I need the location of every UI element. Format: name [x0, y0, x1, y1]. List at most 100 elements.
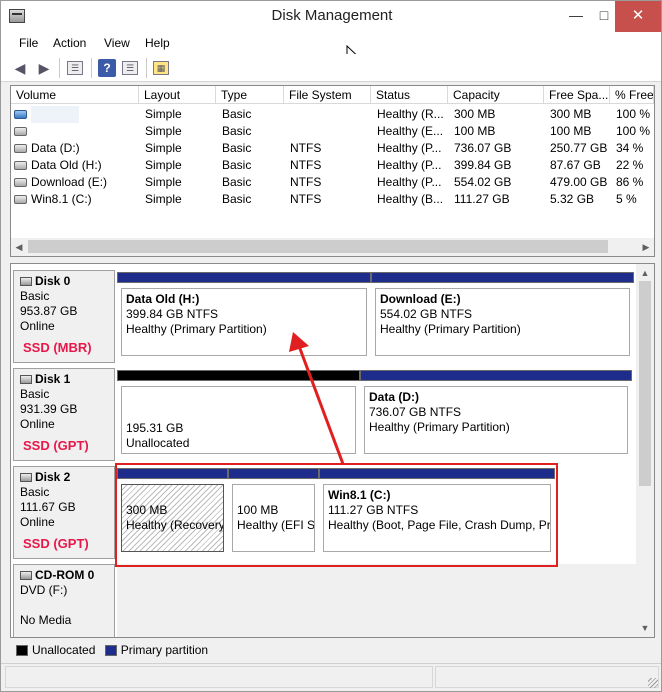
column-header-type[interactable]: Type — [216, 86, 284, 104]
file-system-cell: NTFS — [290, 175, 322, 189]
properties-icon[interactable]: ☰ — [122, 61, 138, 75]
status-cell: Healthy (P... — [377, 141, 442, 155]
disk-tag: SSD (MBR) — [23, 340, 92, 355]
scroll-up-arrow-icon[interactable]: ▲ — [637, 264, 653, 282]
free-space-cell: 5.32 GB — [550, 192, 595, 206]
column-header-capacity[interactable]: Capacity — [448, 86, 544, 104]
partition-download[interactable]: Download (E:) 554.02 GB NTFS Healthy (Pr… — [371, 272, 634, 360]
layout-cell: Simple — [145, 192, 182, 206]
status-cell: Healthy (P... — [377, 158, 442, 172]
close-button[interactable]: ✕ — [615, 1, 661, 32]
capacity-cell: 736.07 GB — [454, 141, 512, 155]
type-cell: Basic — [222, 141, 252, 155]
disk-state: Online — [20, 319, 55, 333]
volume-list-horizontal-scrollbar[interactable]: ◀ ▶ — [11, 238, 654, 256]
resize-grip-icon[interactable] — [648, 678, 658, 688]
scroll-thumb[interactable] — [28, 240, 608, 253]
volume-row[interactable]: Download (E:) Simple Basic NTFS Healthy … — [11, 174, 654, 191]
menu-help[interactable]: Help — [145, 36, 170, 50]
volume-list[interactable]: Volume Layout Type File System Status Ca… — [10, 85, 655, 257]
disk-name: Disk 1 — [20, 372, 114, 387]
percent-free-cell: 5 % — [616, 192, 637, 206]
menu-file[interactable]: File — [19, 36, 38, 50]
disk-size: 111.67 GB — [20, 500, 76, 514]
show-hide-console-tree-icon[interactable]: ☰ — [67, 61, 83, 75]
disk-0-label[interactable]: Disk 0 Basic 953.87 GB Online SSD (MBR) — [13, 270, 115, 363]
primary-partition-swatch — [104, 645, 117, 657]
disk-pane-vertical-scrollbar[interactable]: ▲ ▼ — [636, 264, 654, 637]
volume-icon — [14, 178, 27, 187]
free-space-cell: 300 MB — [550, 107, 592, 121]
type-cell: Basic — [222, 107, 252, 121]
unallocated-swatch — [16, 645, 28, 657]
disk-2-label[interactable]: Disk 2 Basic 111.67 GB Online SSD (GPT) — [13, 466, 115, 559]
scroll-down-arrow-icon[interactable]: ▼ — [637, 619, 653, 637]
file-system-cell: NTFS — [290, 158, 322, 172]
status-segment — [5, 666, 433, 688]
volume-row[interactable]: Simple Basic Healthy (E... 100 MB 100 MB… — [11, 123, 654, 140]
highlight-box — [115, 463, 558, 567]
file-system-cell: NTFS — [290, 141, 322, 155]
layout-cell: Simple — [145, 158, 182, 172]
toolbar: ◀ ▶ ☰ ? ☰ ▦ — [1, 54, 661, 82]
disk-1-label[interactable]: Disk 1 Basic 931.39 GB Online SSD (GPT) — [13, 368, 115, 461]
toolbar-separator — [91, 58, 92, 78]
volume-icon — [14, 195, 27, 204]
file-system-cell: NTFS — [290, 192, 322, 206]
column-header-free-space[interactable]: Free Spa... — [544, 86, 610, 104]
volume-row[interactable]: Data (D:) Simple Basic NTFS Healthy (P..… — [11, 140, 654, 157]
status-cell: Healthy (R... — [377, 107, 444, 121]
menu-view[interactable]: View — [104, 36, 130, 50]
partition-body: Download (E:) 554.02 GB NTFS Healthy (Pr… — [375, 288, 630, 356]
title-bar: Disk Management — □ ✕ — [1, 1, 661, 32]
column-header-volume[interactable]: Volume — [11, 86, 139, 104]
disk-name: Disk 0 — [20, 274, 114, 289]
volume-row[interactable]: Data Old (H:) Simple Basic NTFS Healthy … — [11, 157, 654, 174]
percent-free-cell: 100 % — [616, 107, 651, 121]
partition-data[interactable]: Data (D:) 736.07 GB NTFS Healthy (Primar… — [360, 370, 632, 458]
column-header-percent-free[interactable]: % Free — [610, 86, 654, 104]
menu-action[interactable]: Action — [53, 36, 86, 50]
media-state: No Media — [20, 613, 72, 627]
status-cell: Healthy (P... — [377, 175, 442, 189]
layout-cell: Simple — [145, 141, 182, 155]
volume-name-cell: Data Old (H:) — [31, 158, 102, 172]
column-header-layout[interactable]: Layout — [139, 86, 216, 104]
cdrom-0-label[interactable]: CD-ROM 0 DVD (F:) No Media — [13, 564, 115, 637]
layout-cell: Simple — [145, 175, 182, 189]
disk-size: 953.87 GB — [20, 304, 78, 318]
toolbar-separator — [59, 58, 60, 78]
column-header-status[interactable]: Status — [371, 86, 448, 104]
rescan-disks-icon[interactable]: ▦ — [153, 61, 169, 75]
minimize-button[interactable]: — — [561, 1, 591, 32]
disk-layout-pane[interactable]: Disk 0 Basic 953.87 GB Online SSD (MBR) … — [10, 263, 655, 638]
volume-icon — [14, 161, 27, 170]
volume-name-cell: Download (E:) — [31, 175, 108, 189]
volume-name-cell: Data (D:) — [31, 141, 80, 155]
scroll-thumb[interactable] — [639, 281, 651, 486]
annotation-arrow-icon — [289, 332, 345, 465]
volume-name-cell — [31, 106, 79, 123]
scroll-right-arrow-icon[interactable]: ▶ — [638, 238, 654, 256]
back-arrow-icon[interactable]: ◀ — [11, 59, 29, 77]
disk-type: Basic — [20, 289, 50, 303]
menu-bar: File Action View Help — [1, 32, 661, 63]
scroll-left-arrow-icon[interactable]: ◀ — [11, 238, 27, 256]
disk-tag: SSD (GPT) — [23, 536, 89, 551]
disk-management-window: Disk Management — □ ✕ File Action View H… — [0, 0, 662, 692]
forward-arrow-icon[interactable]: ▶ — [35, 59, 53, 77]
status-bar — [1, 663, 661, 691]
type-cell: Basic — [222, 158, 252, 172]
layout-cell: Simple — [145, 107, 182, 121]
toolbar-separator — [146, 58, 147, 78]
volume-row[interactable]: Simple Basic Healthy (R... 300 MB 300 MB… — [11, 106, 654, 123]
legend: Unallocated Primary partition — [10, 641, 655, 659]
volume-row[interactable]: Win8.1 (C:) Simple Basic NTFS Healthy (B… — [11, 191, 654, 208]
disk-state: Online — [20, 515, 55, 529]
column-header-file-system[interactable]: File System — [284, 86, 371, 104]
percent-free-cell: 22 % — [616, 158, 644, 172]
help-icon[interactable]: ? — [98, 59, 116, 77]
disk-size: 931.39 GB — [20, 402, 78, 416]
disk-name: Disk 2 — [20, 470, 114, 485]
capacity-cell: 554.02 GB — [454, 175, 512, 189]
